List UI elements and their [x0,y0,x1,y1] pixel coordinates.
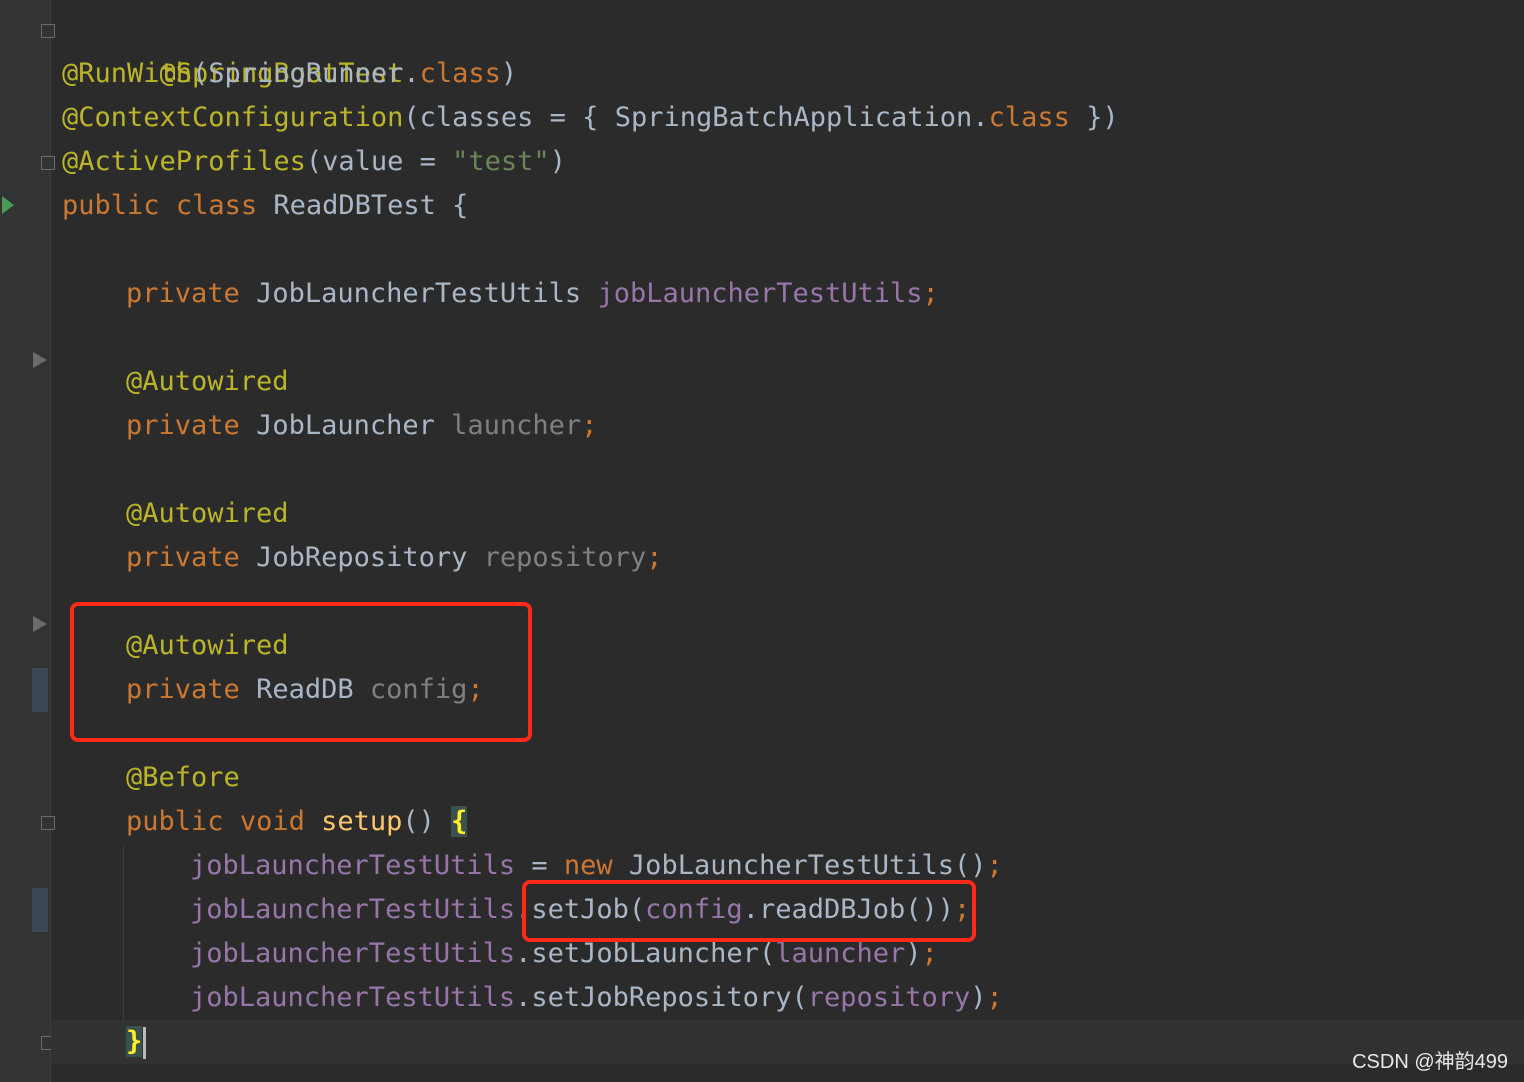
code-line[interactable]: @Autowired [126,492,289,536]
code-line[interactable]: jobLauncherTestUtils.setJobRepository(re… [190,976,1003,1020]
method-name: setup [321,806,403,837]
semicolon: ; [986,850,1003,881]
argument: launcher [775,938,906,969]
change-marker [32,668,48,712]
field-name: jobLauncherTestUtils [190,982,516,1013]
code-text: .setJobLauncher( [515,938,776,969]
keyword: class [988,102,1070,133]
keyword: private [126,278,240,309]
field-name: jobLauncherTestUtils [190,850,516,881]
type-name: JobRepository [256,542,468,573]
annotation: @ActiveProfiles [62,146,306,177]
code-text: = [515,850,564,881]
code-text: { [435,190,469,221]
editor-gutter [0,0,55,1082]
annotation: @Before [126,762,240,793]
type-name: JobLauncherTestUtils [256,278,582,309]
keyword: private [126,410,240,441]
annotation-highlight-box [70,602,532,742]
code-line[interactable]: @SpringBootTest [62,8,404,89]
string-literal: "test" [452,146,550,177]
code-text: ) [970,982,987,1013]
code-text: ) [549,146,566,177]
code-line[interactable]: public void setup() { [126,800,468,844]
argument: repository [807,982,971,1013]
code-line[interactable]: private JobRepository repository; [126,536,662,580]
run-test-icon[interactable] [2,196,14,214]
field-name: jobLauncherTestUtils [190,894,516,925]
class-name: ReadDBTest [273,190,436,221]
text-caret [143,1026,147,1059]
keyword: new [563,850,613,881]
code-line[interactable]: @RunWith(SpringRunner.class) [62,52,517,96]
field-name: jobLauncherTestUtils [597,278,923,309]
annotation-highlight-box [522,880,976,942]
code-text: (classes = { SpringBatchApplication. [403,102,989,133]
code-text: JobLauncherTestUtils() [612,850,987,881]
code-line[interactable]: private JobLauncher launcher; [126,404,597,448]
code-line[interactable]: @Before [126,756,240,800]
fold-icon[interactable] [41,816,55,830]
code-text: }) [1069,102,1119,133]
field-name: launcher [451,410,582,441]
code-editor[interactable]: @SpringBootTest @RunWith(SpringRunner.cl… [0,0,1524,1082]
change-marker [32,888,48,932]
keyword: class [419,58,501,89]
semicolon: ; [922,278,939,309]
code-line[interactable]: @ContextConfiguration(classes = { Spring… [62,96,1119,140]
fold-icon[interactable] [41,24,55,38]
annotation: @RunWith [62,58,193,89]
code-text: (value = [305,146,453,177]
code-line[interactable]: } [126,1020,147,1064]
keyword: class [175,190,258,221]
code-line[interactable]: public class ReadDBTest { [62,184,468,228]
annotation: @Autowired [126,498,289,529]
code-text: ) [500,58,518,89]
collapse-arrow-icon[interactable] [33,352,47,368]
code-line[interactable]: @Autowired [126,360,289,404]
code-text: () [402,806,452,837]
field-name: jobLauncherTestUtils [190,938,516,969]
field-name: repository [483,542,647,573]
annotation: @ContextConfiguration [62,102,404,133]
watermark: CSDN @神韵499 [1352,1051,1508,1073]
collapse-arrow-icon[interactable] [33,616,47,632]
keyword: public [62,190,160,221]
semicolon: ; [581,410,598,441]
matched-brace: } [126,1026,143,1057]
fold-icon[interactable] [41,156,55,170]
annotation: @Autowired [126,366,289,397]
code-text: ) [905,938,922,969]
semicolon: ; [986,982,1003,1013]
code-line[interactable]: @ActiveProfiles(value = "test") [62,140,566,184]
matched-brace: { [451,806,468,837]
code-text: .setJobRepository( [515,982,808,1013]
type-name: JobLauncher [256,410,435,441]
code-line[interactable]: private JobLauncherTestUtils jobLauncher… [126,272,939,316]
semicolon: ; [646,542,663,573]
keyword: private [126,542,240,573]
keyword: void [239,806,305,837]
keyword: public [126,806,224,837]
code-text: (SpringRunner. [192,58,420,89]
semicolon: ; [921,938,938,969]
